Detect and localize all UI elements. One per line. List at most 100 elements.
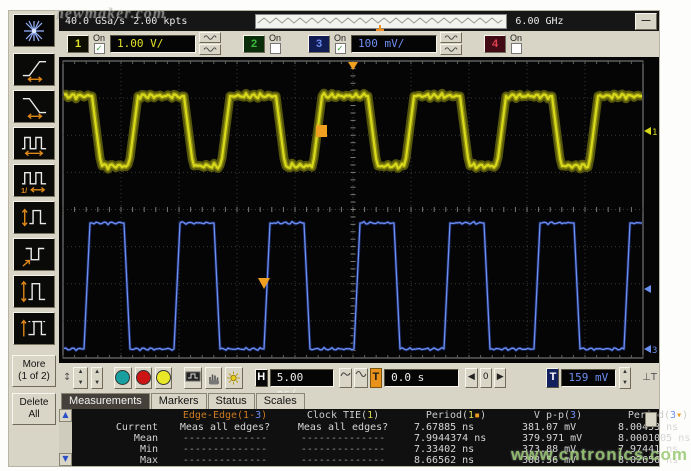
spinner-up-icon[interactable]: ▲ <box>622 368 628 377</box>
marker-a-spinner[interactable]: ▲ ▼ <box>73 367 87 389</box>
marker-teal-button[interactable] <box>114 367 131 389</box>
bandwidth: 6.00 GHz <box>515 16 563 27</box>
spinner-up-icon[interactable]: ▲ <box>78 368 84 377</box>
display-settings-button[interactable] <box>184 367 202 389</box>
channel-3-button[interactable]: 3 <box>308 35 330 53</box>
measurement-column-header[interactable]: Edge-Edge(1-3) <box>166 409 284 422</box>
rise-time-button[interactable]: .w{stroke:#e9e9e9;fill:none;stroke-width… <box>13 53 55 86</box>
trigger-time-button[interactable]: T <box>370 368 382 388</box>
channel-1-coupling-button-2[interactable] <box>199 44 221 55</box>
frequency-icon: .w{stroke:#e9e9e9;fill:none;stroke-width… <box>18 168 50 194</box>
horizontal-position-display[interactable]: 0.0 s <box>384 369 459 387</box>
v-top-icon: .w{stroke:#e9e9e9;fill:none;stroke-width… <box>18 316 50 342</box>
channel-2-button[interactable]: 2 <box>243 35 265 53</box>
channel-1-ground-marker[interactable] <box>644 127 651 135</box>
channel-1-button[interactable]: 1 <box>67 35 89 53</box>
touch-button[interactable] <box>205 367 222 389</box>
position-right-button[interactable]: ▶ <box>494 368 506 388</box>
channel-4-on-toggle[interactable]: On <box>510 34 522 54</box>
horizontal-zoom-button[interactable] <box>339 368 352 388</box>
channel-1-checkbox[interactable]: ✓ <box>94 43 105 54</box>
spinner-down-icon[interactable]: ▼ <box>94 379 100 388</box>
memory-waveform-icon <box>256 15 504 31</box>
hand-icon <box>206 371 221 385</box>
marker-move-icon[interactable]: ↕ <box>63 372 71 383</box>
v-amplitude-button[interactable]: .w{stroke:#e9e9e9;fill:none;stroke-width… <box>13 201 55 234</box>
trigger-level-marker[interactable] <box>644 285 651 293</box>
header-segment: Period( <box>426 410 468 421</box>
v-base-button[interactable]: .w{stroke:#e9e9e9;fill:none;stroke-width… <box>13 238 55 271</box>
position-left-button[interactable]: ◀ <box>465 368 477 388</box>
svg-text:1/: 1/ <box>21 186 27 194</box>
frequency-button[interactable]: .w{stroke:#e9e9e9;fill:none;stroke-width… <box>13 164 55 197</box>
channel-3-on-toggle[interactable]: On✓ <box>334 34 346 54</box>
scroll-down-icon[interactable]: ▼ <box>59 453 72 466</box>
waveform-display[interactable]: 13 <box>59 57 659 363</box>
channel-1-on-toggle[interactable]: On✓ <box>93 34 105 54</box>
measurement-column-header[interactable]: Period(1▪) <box>402 409 510 422</box>
channel-2-on-toggle[interactable]: On <box>269 34 281 54</box>
measurement-column-header[interactable]: V p-p(3) <box>510 409 606 422</box>
period-button[interactable]: .w{stroke:#e9e9e9;fill:none;stroke-width… <box>13 127 55 160</box>
more-button[interactable]: More (1 of 2) <box>12 355 56 387</box>
measurements-table: Edge-Edge(1-3)Clock TIE(1)Period(1▪)V p-… <box>72 409 691 466</box>
trigger-level-button[interactable]: T <box>546 368 559 388</box>
channel-on-label: On <box>510 34 522 43</box>
measurement-row-label: Mean <box>72 433 166 444</box>
intensity-button[interactable] <box>225 367 242 389</box>
channel-1-scale-display[interactable]: 1.00 V/ <box>110 35 196 53</box>
channel-4-button[interactable]: 4 <box>484 35 506 53</box>
v-top-button[interactable]: .w{stroke:#e9e9e9;fill:none;stroke-width… <box>13 312 55 345</box>
channel-bar: 1 On✓ 1.00 V/2 On 3 On✓ 100 mV/4 On <box>59 31 659 56</box>
header-segment: ) <box>576 410 582 421</box>
spinner-down-icon[interactable]: ▼ <box>78 379 84 388</box>
channel-3-coupling-button-1[interactable] <box>440 32 462 43</box>
logo-button[interactable] <box>13 14 55 47</box>
channel-3-group: 3 On✓ 100 mV/ <box>308 32 462 56</box>
measurement-column-header[interactable]: Clock TIE(1) <box>284 409 402 422</box>
tab-markers[interactable]: Markers <box>151 393 207 409</box>
spinner-up-icon[interactable]: ▲ <box>94 368 100 377</box>
measurement-value: 8.66562 ns <box>402 455 510 466</box>
tab-status[interactable]: Status <box>208 393 255 409</box>
measurements-scroll-thumb[interactable] <box>645 412 657 427</box>
channel-3-ground-marker[interactable] <box>644 345 651 353</box>
position-zero-button[interactable]: 0 <box>480 368 492 388</box>
timebase-display[interactable]: 5.00 ns/ <box>270 369 334 387</box>
trigger-level-spinner[interactable]: ▲ ▼ <box>619 367 631 389</box>
channel-3-scale-display[interactable]: 100 mV/ <box>351 35 437 53</box>
channel-3-coupling-button-2[interactable] <box>440 44 462 55</box>
channel-3-coupling-group <box>440 32 462 56</box>
horizontal-settings-button[interactable]: H <box>255 369 268 387</box>
channel-3-checkbox[interactable]: ✓ <box>335 43 346 54</box>
rise-time-icon: .w{stroke:#e9e9e9;fill:none;stroke-width… <box>18 57 50 83</box>
delete-all-button[interactable]: Delete All <box>12 393 56 425</box>
marker-yellow-button[interactable] <box>155 367 172 389</box>
period-1-marker[interactable] <box>316 125 327 137</box>
spinner-down-icon[interactable]: ▼ <box>622 379 628 388</box>
v-pp-button[interactable]: .w{stroke:#e9e9e9;fill:none;stroke-width… <box>13 275 55 308</box>
minimize-button[interactable]: — <box>635 13 657 30</box>
oscilloscope-window: .w{stroke:#e9e9e9;fill:none;stroke-width… <box>8 10 660 467</box>
channel-on-label: On <box>269 34 281 43</box>
sun-icon <box>226 371 241 385</box>
marker-red-button[interactable] <box>135 367 152 389</box>
waveform-scale-button[interactable] <box>354 368 368 388</box>
small-wave-icon <box>340 369 351 379</box>
channel-2-checkbox[interactable] <box>270 43 281 54</box>
measurement-value: 8.0001005 ns <box>606 433 691 444</box>
tab-measurements[interactable]: Measurements <box>61 393 150 409</box>
header-segment: ) <box>261 410 267 421</box>
marker-b-spinner[interactable]: ▲ ▼ <box>91 367 103 389</box>
header-segment: ) <box>682 410 688 421</box>
tab-scales[interactable]: Scales <box>256 393 305 409</box>
measurements-scrollbar[interactable]: ▲ ▼ <box>59 409 72 466</box>
channel-1-coupling-button-1[interactable] <box>199 32 221 43</box>
measurement-value: 8.02656 ns <box>606 455 691 466</box>
trigger-level-display[interactable]: 159 mV <box>561 369 615 387</box>
trigger-time-marker[interactable] <box>348 62 358 70</box>
measurement-value: -------------- <box>284 444 402 455</box>
scroll-up-icon[interactable]: ▲ <box>59 409 72 422</box>
channel-4-checkbox[interactable] <box>511 43 522 54</box>
fall-time-button[interactable]: .w{stroke:#e9e9e9;fill:none;stroke-width… <box>13 90 55 123</box>
